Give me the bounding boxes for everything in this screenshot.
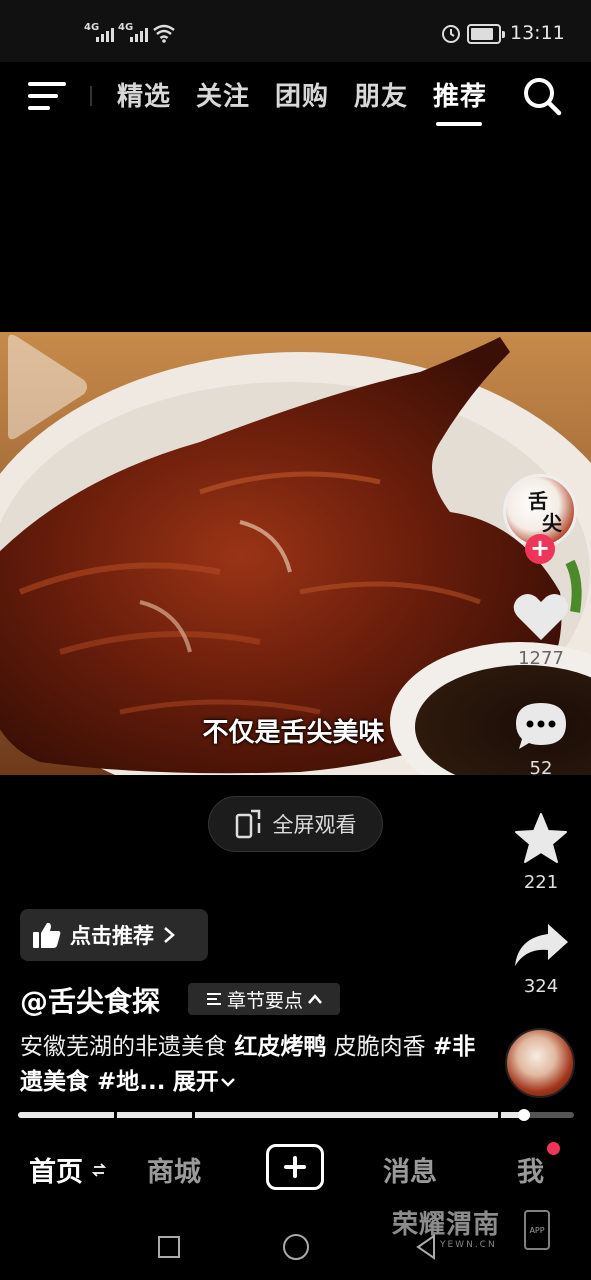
chapter-marker — [192, 1112, 195, 1118]
fullscreen-label: 全屏观看 — [272, 813, 357, 837]
share-action[interactable]: 324 — [506, 920, 576, 997]
cell-signal-icon — [130, 26, 148, 42]
follow-button[interactable]: + — [525, 534, 555, 564]
music-disc[interactable] — [505, 1028, 575, 1098]
chapter-marker — [114, 1112, 117, 1118]
caption-keyword[interactable]: 红皮烤鸭 — [234, 1034, 326, 1060]
rotate-screen-icon — [235, 809, 260, 839]
video-player[interactable] — [0, 332, 591, 775]
avatar-glyph-2: 尖 — [542, 511, 562, 535]
top-nav: 精选 关注 团购 朋友 推荐 — [0, 62, 591, 130]
expand-button[interactable]: 展开 — [173, 1069, 237, 1095]
expand-label: 展开 — [172, 1069, 219, 1095]
home-button[interactable] — [283, 1234, 309, 1260]
nav-me[interactable]: 我 — [517, 1150, 544, 1189]
search-icon[interactable] — [520, 74, 564, 118]
nav-mall[interactable]: 商城 — [147, 1150, 201, 1189]
menu-icon[interactable] — [28, 80, 68, 112]
watermark-url: YEWN.CN — [440, 1240, 497, 1250]
notification-dot — [547, 1142, 560, 1155]
heart-icon — [513, 593, 569, 640]
thumbs-up-icon — [33, 922, 61, 948]
wifi-icon — [153, 24, 175, 43]
comment-icon — [516, 703, 566, 749]
share-count: 324 — [523, 976, 559, 997]
chevron-down-icon — [220, 1078, 235, 1087]
active-tab-indicator — [436, 122, 482, 126]
post-caption[interactable]: 安徽芜湖的非遗美食 红皮烤鸭 皮脆肉香 #非遗美食 #地... 展开 — [20, 1030, 490, 1100]
create-button[interactable] — [266, 1144, 324, 1190]
favorite-count: 221 — [523, 872, 559, 893]
progress-fill — [18, 1112, 524, 1118]
system-nav-bar — [0, 1206, 591, 1280]
share-icon — [515, 924, 568, 966]
tab-following[interactable]: 关注 — [196, 76, 250, 113]
star-icon — [515, 813, 567, 863]
cell-signal-icon — [96, 26, 114, 42]
video-subtitle: 不仅是舌尖美味 — [202, 718, 385, 748]
video-progress-bar[interactable] — [18, 1109, 574, 1121]
nav-messages[interactable]: 消息 — [383, 1150, 437, 1189]
battery-icon — [467, 24, 505, 44]
chapter-label: 章节要点 — [226, 989, 303, 1012]
recents-button[interactable] — [158, 1236, 180, 1258]
chapter-points-chip[interactable]: 章节要点 — [188, 983, 340, 1015]
tab-featured[interactable]: 精选 — [117, 76, 171, 113]
list-icon — [206, 993, 221, 1005]
nav-home[interactable]: 首页 — [29, 1150, 83, 1189]
play-icon[interactable] — [0, 332, 90, 442]
watermark-app-icon: APP — [524, 1210, 550, 1250]
comment-action[interactable]: 52 — [506, 700, 576, 779]
vibrate-icon — [442, 25, 460, 43]
caption-text-2: 皮脆肉香 — [326, 1034, 433, 1060]
status-bar: 4G 4G 13:11 — [0, 0, 591, 62]
watermark-logo: 荣耀渭南 — [392, 1210, 501, 1240]
favorite-action[interactable]: 221 — [506, 812, 576, 893]
nav-divider — [90, 86, 92, 106]
recommend-label: 点击推荐 — [70, 924, 154, 948]
tab-friends[interactable]: 朋友 — [354, 76, 408, 113]
caption-text: 安徽芜湖的非遗美食 — [20, 1034, 235, 1060]
tab-group-buy[interactable]: 团购 — [275, 76, 329, 113]
like-action[interactable]: 1277 — [506, 590, 576, 669]
recommend-badge[interactable]: 点击推荐 — [20, 909, 208, 961]
status-time: 13:11 — [510, 22, 565, 44]
chevron-up-icon — [308, 994, 322, 1004]
author-name[interactable]: @舌尖食探 — [20, 980, 160, 1020]
tab-recommended[interactable]: 推荐 — [433, 76, 487, 113]
swap-icon — [92, 1163, 106, 1177]
fullscreen-button[interactable]: 全屏观看 — [208, 796, 383, 852]
bottom-nav: 首页 商城 消息 我 — [0, 1136, 591, 1206]
progress-knob[interactable] — [518, 1109, 530, 1121]
chapter-marker — [498, 1112, 501, 1118]
comment-count: 52 — [529, 758, 553, 779]
chevron-right-icon — [164, 927, 175, 943]
like-count: 1277 — [518, 648, 564, 669]
